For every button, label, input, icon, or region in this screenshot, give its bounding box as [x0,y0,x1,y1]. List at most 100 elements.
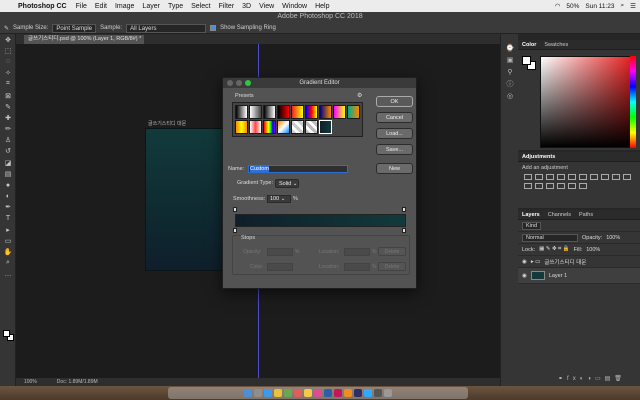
preset-swatch[interactable] [263,105,276,119]
color-balance-icon[interactable] [590,174,598,180]
info-panel-icon[interactable]: ⓘ [501,78,519,90]
delete-color-button[interactable]: Delete [378,262,406,271]
blend-mode-dropdown[interactable]: Normal [522,233,578,242]
menu-edit[interactable]: Edit [95,3,107,10]
calendar-icon[interactable] [294,389,302,397]
close-icon[interactable] [227,80,233,86]
menu-window[interactable]: Window [282,3,307,10]
indesign-icon[interactable] [334,389,342,397]
menu-3d[interactable]: 3D [242,3,251,10]
zoom-level[interactable]: 100% [24,379,37,385]
color-stop-right[interactable] [402,228,406,233]
battery-percent[interactable]: 50% [566,3,579,10]
finder-icon[interactable] [244,389,252,397]
hue-sat-icon[interactable] [579,174,587,180]
location-field[interactable] [344,248,370,256]
tab-channels[interactable]: Channels [548,212,571,218]
posterize-icon[interactable] [546,183,554,189]
preset-swatch[interactable] [319,105,332,119]
preset-swatch[interactable] [277,105,290,119]
shape-tool-icon[interactable]: ▭ [0,235,16,246]
menu-file[interactable]: File [76,3,87,10]
selective-color-icon[interactable] [568,183,576,189]
fill-value[interactable]: 100% [586,247,600,253]
crop-tool-icon[interactable]: ⌗ [0,79,16,90]
load-button[interactable]: Load... [376,128,413,139]
bw-icon[interactable] [601,174,609,180]
minimize-icon[interactable] [236,80,242,86]
sample-dropdown[interactable]: All Layers [126,23,207,33]
opacity-value[interactable]: 100% [606,235,620,241]
vibrance-icon[interactable] [568,174,576,180]
quick-select-icon[interactable]: ✧ [0,68,16,79]
libraries-panel-icon[interactable]: ⚲ [501,66,519,78]
preset-swatch[interactable] [263,120,276,134]
menu-help[interactable]: Help [315,3,329,10]
more-tools-icon[interactable]: … [0,269,16,280]
tab-color[interactable]: Color [522,42,536,48]
dodge-tool-icon[interactable]: ◐ [0,191,16,202]
name-field[interactable]: Custom [248,165,348,173]
visibility-eye-icon[interactable]: ◉ [522,273,527,279]
preset-swatch[interactable] [291,120,304,134]
preset-swatch-selected[interactable] [319,120,332,134]
layer-actions[interactable]: ⚭fx◐◑▭▤🗑 [558,375,626,382]
preset-swatch[interactable] [249,105,262,119]
lock-icons[interactable]: ▦ ✎ ✥ ⌗ 🔒 [539,246,569,253]
history-brush-icon[interactable]: ↺ [0,146,16,157]
layer-name[interactable]: Layer 1 [549,273,567,279]
opacity-field[interactable] [267,248,293,256]
blur-tool-icon[interactable]: ● [0,179,16,190]
gear-icon[interactable]: ⚙ [357,92,362,99]
photo-filter-icon[interactable] [612,174,620,180]
kind-filter-dropdown[interactable]: Kind [522,221,542,230]
sample-size-dropdown[interactable]: Point Sample [52,23,97,33]
zoom-tool-icon[interactable]: ⌕ [0,258,16,269]
app-icon[interactable] [374,389,382,397]
eyedropper-icon[interactable]: ✎ [4,25,9,32]
app-menu[interactable]: Photoshop CC [18,3,67,10]
color-picker-field[interactable] [540,56,635,148]
notes-icon[interactable] [304,389,312,397]
tab-layers[interactable]: Layers [522,212,540,218]
layer-row[interactable]: ◉ Layer 1 [518,268,640,284]
launchpad-icon[interactable] [254,389,262,397]
foreground-swatch[interactable] [3,330,10,337]
healing-tool-icon[interactable]: ✚ [0,112,16,123]
preset-swatch[interactable] [333,105,346,119]
new-button[interactable]: New [376,163,413,174]
delete-opacity-button[interactable]: Delete [378,247,406,256]
path-select-icon[interactable]: ▸ [0,224,16,235]
preset-swatch[interactable] [305,120,318,134]
zoom-icon[interactable] [245,80,251,86]
opacity-stop-left[interactable] [233,207,237,212]
color-fg-swatch[interactable] [522,56,531,65]
layer-thumbnail[interactable] [530,271,545,280]
menu-filter[interactable]: Filter [219,3,235,10]
hand-tool-icon[interactable]: ✋ [0,247,16,258]
photoshop-icon[interactable] [364,389,372,397]
menu-view[interactable]: View [259,3,274,10]
eraser-tool-icon[interactable]: ◪ [0,157,16,168]
adjustments-title[interactable]: Adjustments [522,154,555,160]
preset-swatch[interactable] [249,120,262,134]
wifi-icon[interactable]: ◠ [555,2,561,10]
layer-group-row[interactable]: ◉ ▸ ▭ 글쓰기스티디 대문 [518,256,640,268]
ok-button[interactable]: OK [376,96,413,107]
document-tab[interactable]: 글쓰기스티디.psd @ 100% (Layer 1, RGB/8#) * [24,35,144,44]
group-name[interactable]: 글쓰기스티디 대문 [544,258,586,266]
opacity-stop-right[interactable] [402,207,406,212]
color-swatch-field[interactable] [267,263,293,271]
presets-label[interactable]: Presets [235,93,254,99]
history-panel-icon[interactable]: ⌚ [501,42,519,54]
type-tool-icon[interactable]: T [0,213,16,224]
color-stop-left[interactable] [233,228,237,233]
smoothness-field[interactable]: 100 ⌄ [267,195,291,203]
channel-mixer-icon[interactable] [623,174,631,180]
preset-swatch[interactable] [305,105,318,119]
music-icon[interactable] [314,389,322,397]
curves-icon[interactable] [546,174,554,180]
clock[interactable]: Sun 11:23 [585,3,614,10]
gradient-map-icon[interactable] [579,183,587,189]
menu-type[interactable]: Type [168,3,183,10]
